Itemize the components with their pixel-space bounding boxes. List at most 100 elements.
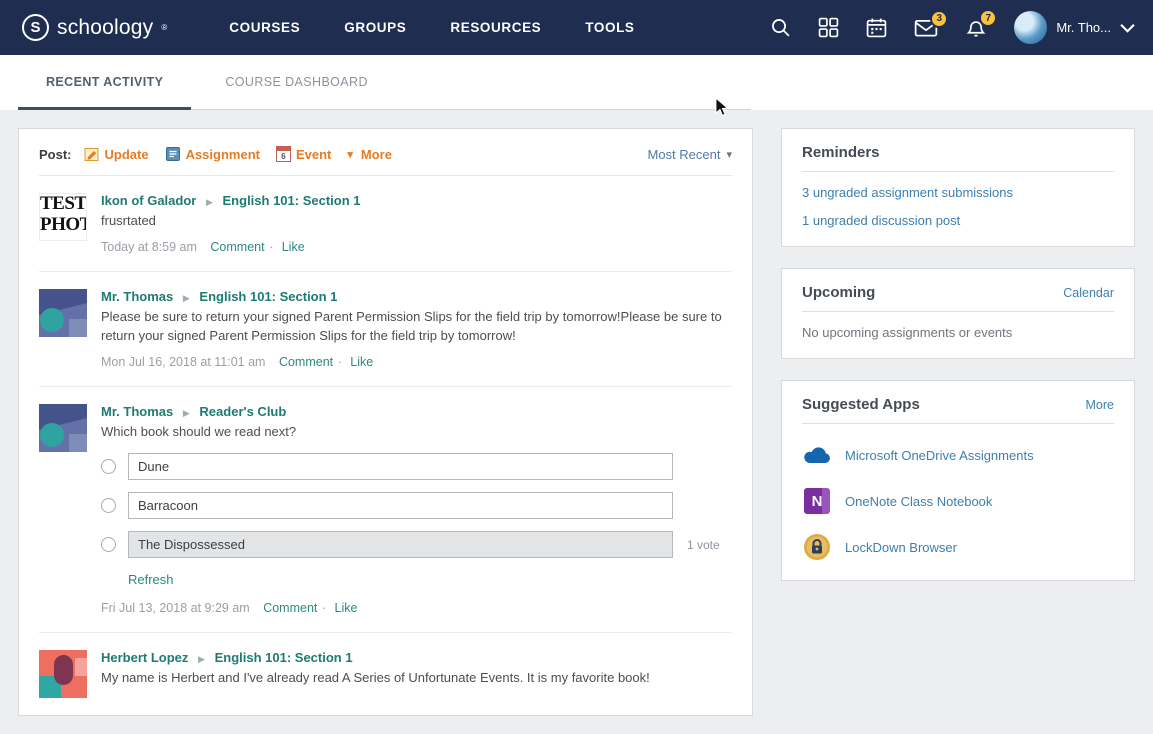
search-icon[interactable] [770, 17, 791, 38]
onenote-icon: N [802, 486, 832, 516]
nav-item-courses[interactable]: COURSES [229, 20, 300, 35]
post-label: Post: [39, 147, 72, 162]
like-link[interactable]: Like [335, 601, 358, 615]
feed-item: TEST PHOTO Ikon of Galador ▶ English 101… [39, 176, 732, 272]
caret-down-icon: ▾ [726, 148, 732, 161]
notifications-bell-icon[interactable]: 7 [965, 17, 987, 38]
avatar[interactable] [39, 404, 87, 452]
nav-item-resources[interactable]: RESOURCES [450, 20, 541, 35]
author-link[interactable]: Ikon of Galador [101, 193, 196, 208]
ungraded-discussion-link[interactable]: 1 ungraded discussion post [802, 213, 1114, 228]
app-row-onenote[interactable]: N OneNote Class Notebook [802, 486, 1114, 516]
feed-item-content: Ikon of Galador ▶ English 101: Section 1… [101, 193, 732, 254]
feed-item-content: Mr. Thomas ▶ Reader's Club Which book sh… [101, 404, 732, 616]
post-assignment-button[interactable]: Assignment [165, 146, 260, 162]
reminders-card: Reminders 3 ungraded assignment submissi… [781, 128, 1135, 247]
course-link[interactable]: English 101: Section 1 [223, 193, 361, 208]
brand-name: schoology [57, 16, 153, 40]
poll-option: The Dispossessed 1 vote [101, 531, 732, 558]
avatar-image [39, 289, 87, 337]
navbar-utilities: 3 7 Mr. Tho... [770, 11, 1135, 44]
calendar-icon[interactable] [866, 17, 887, 38]
event-icon: 6 [276, 146, 291, 162]
post-bar: Post: Update Assignment 6 Event [39, 129, 732, 176]
feed-item-content: Mr. Thomas ▶ English 101: Section 1 Plea… [101, 289, 732, 369]
primary-nav: COURSES GROUPS RESOURCES TOOLS [229, 20, 634, 35]
comment-link[interactable]: Comment [210, 240, 264, 254]
post-body: Please be sure to return your signed Par… [101, 308, 732, 346]
apps-grid-icon[interactable] [818, 17, 839, 38]
upcoming-title: Upcoming [802, 284, 875, 301]
avatar[interactable]: TEST PHOTO [39, 193, 87, 241]
app-row-onedrive[interactable]: Microsoft OneDrive Assignments [802, 440, 1114, 470]
tab-course-dashboard[interactable]: COURSE DASHBOARD [197, 55, 396, 109]
feed-item-content: Herbert Lopez ▶ English 101: Section 1 M… [101, 650, 732, 698]
nav-item-groups[interactable]: GROUPS [344, 20, 406, 35]
suggested-apps-title: Suggested Apps [802, 396, 920, 413]
poll-refresh-link[interactable]: Refresh [128, 572, 174, 587]
feed-item: Mr. Thomas ▶ English 101: Section 1 Plea… [39, 272, 732, 387]
feed-item: Mr. Thomas ▶ Reader's Club Which book sh… [39, 387, 732, 634]
breadcrumb-arrow-icon: ▶ [198, 654, 205, 664]
calendar-link[interactable]: Calendar [1063, 286, 1114, 300]
poll-option-box[interactable]: The Dispossessed [128, 531, 673, 558]
update-icon [84, 146, 100, 162]
comment-link[interactable]: Comment [279, 355, 333, 369]
more-label: More [361, 147, 392, 162]
suggested-apps-more-link[interactable]: More [1086, 398, 1114, 412]
like-link[interactable]: Like [350, 355, 373, 369]
dot-separator: · [269, 240, 273, 254]
author-link[interactable]: Mr. Thomas [101, 289, 173, 304]
app-link[interactable]: LockDown Browser [845, 540, 957, 555]
avatar[interactable] [39, 289, 87, 337]
nav-item-tools[interactable]: TOOLS [585, 20, 634, 35]
post-more-button[interactable]: ▾ More [347, 147, 392, 162]
post-body: Which book should we read next? [101, 423, 732, 442]
schoology-s-icon: S [22, 14, 49, 41]
upcoming-card: Upcoming Calendar No upcoming assignment… [781, 268, 1135, 359]
lockdown-browser-icon [802, 532, 832, 562]
app-row-lockdown[interactable]: LockDown Browser [802, 532, 1114, 562]
poll-option: Barracoon [101, 492, 732, 519]
avatar-text: TEST PHOTO [40, 193, 87, 235]
poll-radio[interactable] [101, 498, 116, 513]
tab-strip: RECENT ACTIVITY COURSE DASHBOARD [0, 55, 1153, 110]
main-content: Post: Update Assignment 6 Event [0, 110, 1153, 734]
right-sidebar: Reminders 3 ungraded assignment submissi… [781, 128, 1135, 602]
poll-option: Dune [101, 453, 732, 480]
app-link[interactable]: OneNote Class Notebook [845, 494, 992, 509]
timestamp: Today at 8:59 am [101, 240, 197, 254]
timestamp: Fri Jul 13, 2018 at 9:29 am [101, 601, 250, 615]
like-link[interactable]: Like [282, 240, 305, 254]
post-body: My name is Herbert and I've already read… [101, 669, 732, 688]
messages-badge: 3 [930, 10, 948, 28]
poll-radio[interactable] [101, 459, 116, 474]
app-link[interactable]: Microsoft OneDrive Assignments [845, 448, 1034, 463]
poll: Dune Barracoon The Dispossessed 1 vote R… [101, 453, 732, 589]
tab-recent-activity[interactable]: RECENT ACTIVITY [18, 55, 191, 109]
avatar-image [39, 650, 87, 698]
schoology-logo[interactable]: S schoology ® [22, 14, 167, 41]
course-link[interactable]: Reader's Club [199, 404, 286, 419]
caret-down-icon: ▾ [347, 148, 353, 161]
post-update-button[interactable]: Update [84, 146, 149, 162]
ungraded-assignments-link[interactable]: 3 ungraded assignment submissions [802, 185, 1114, 200]
messages-icon[interactable]: 3 [914, 18, 938, 38]
activity-feed-card: Post: Update Assignment 6 Event [18, 128, 753, 716]
top-navbar: S schoology ® COURSES GROUPS RESOURCES T… [0, 0, 1153, 55]
sort-dropdown[interactable]: Most Recent ▾ [647, 147, 732, 162]
author-link[interactable]: Mr. Thomas [101, 404, 173, 419]
user-name: Mr. Tho... [1056, 20, 1111, 35]
trademark-symbol: ® [161, 23, 167, 32]
comment-link[interactable]: Comment [263, 601, 317, 615]
poll-option-box[interactable]: Dune [128, 453, 673, 480]
avatar[interactable] [39, 650, 87, 698]
poll-option-box[interactable]: Barracoon [128, 492, 673, 519]
poll-radio[interactable] [101, 537, 116, 552]
course-link[interactable]: English 101: Section 1 [215, 650, 353, 665]
course-link[interactable]: English 101: Section 1 [199, 289, 337, 304]
author-link[interactable]: Herbert Lopez [101, 650, 188, 665]
post-event-button[interactable]: 6 Event [276, 146, 331, 162]
user-menu[interactable]: Mr. Tho... [1014, 11, 1135, 44]
assignment-label: Assignment [186, 147, 260, 162]
